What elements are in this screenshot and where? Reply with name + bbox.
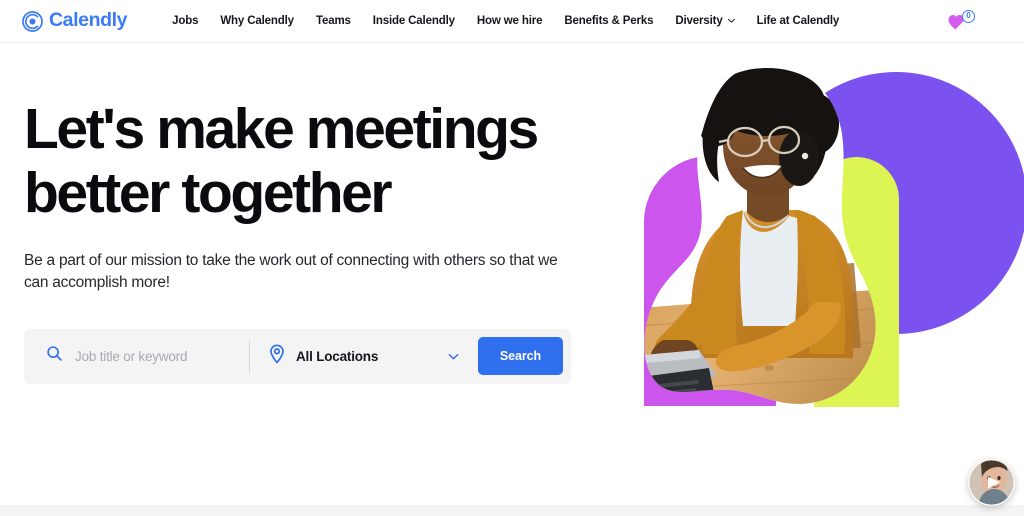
top-navigation-bar: Calendly Jobs Why Calendly Teams Inside … [0, 0, 1024, 43]
hero-artwork [614, 43, 1024, 516]
nav-links: Jobs Why Calendly Teams Inside Calendly … [172, 15, 839, 27]
nav-item-label: Why Calendly [220, 15, 294, 27]
search-button[interactable]: Search [477, 337, 563, 376]
hero-content: Let's make meetings better together Be a… [24, 97, 624, 384]
hero-photo [644, 65, 876, 404]
nav-item-why-calendly[interactable]: Why Calendly [220, 15, 294, 27]
nav-item-label: Benefits & Perks [564, 15, 654, 27]
nav-item-teams[interactable]: Teams [316, 15, 351, 27]
nav-item-label: How we hire [476, 15, 543, 27]
nav-item-label: Diversity [675, 15, 723, 27]
video-greeting-widget[interactable] [968, 459, 1015, 506]
nav-item-label: Life at Calendly [756, 15, 840, 27]
nav-item-benefits-and-perks[interactable]: Benefits & Perks [564, 15, 653, 27]
nav-item-life-at-calendly[interactable]: Life at Calendly [757, 15, 840, 27]
hero-section: Let's make meetings better together Be a… [0, 43, 1024, 516]
page-bottom-strip [0, 505, 1024, 516]
chevron-down-icon[interactable] [447, 350, 460, 363]
page-root: Calendly Jobs Why Calendly Teams Inside … [0, 0, 1024, 516]
calendly-circle-logo-icon [22, 10, 43, 32]
nav-item-how-we-hire[interactable]: How we hire [476, 15, 543, 27]
search-icon [46, 345, 63, 367]
keyword-search-field[interactable] [24, 329, 249, 384]
location-value: All Locations [296, 348, 379, 364]
map-pin-icon [269, 344, 285, 369]
nav-item-diversity[interactable]: Diversity [675, 15, 735, 27]
search-input[interactable] [75, 348, 249, 364]
nav-item-inside-calendly[interactable]: Inside Calendly [373, 15, 455, 27]
hero-subheading: Be a part of our mission to take the wor… [24, 251, 558, 291]
calendly-logo[interactable]: Calendly [22, 9, 128, 32]
saved-jobs-button[interactable]: 0 [946, 9, 976, 33]
page-title: Let's make meetings better together [24, 97, 539, 225]
nav-item-label: Teams [315, 15, 351, 27]
nav-item-label: Inside Calendly [372, 15, 455, 27]
nav-item-jobs[interactable]: Jobs [172, 15, 198, 27]
chevron-down-icon [727, 16, 735, 24]
saved-jobs-count-badge: 0 [962, 10, 975, 23]
location-select[interactable]: All Locations [250, 329, 478, 384]
nav-item-label: Jobs [172, 15, 199, 27]
job-search-bar: All Locations Search [24, 328, 571, 384]
calendly-wordmark: Calendly [49, 9, 128, 32]
nav-right-actions: 0 [946, 9, 1002, 33]
